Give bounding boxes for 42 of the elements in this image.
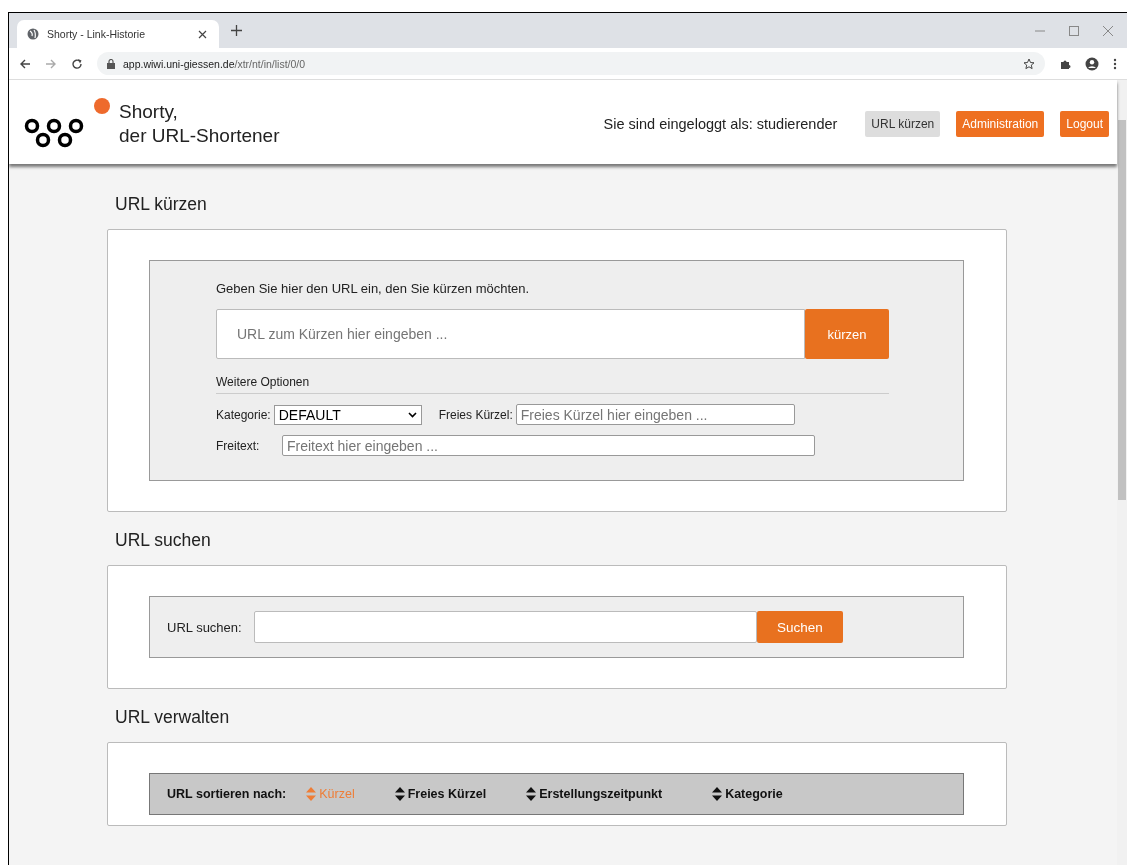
field-label: Freies Kürzel: [438, 407, 513, 422]
login-status: Sie sind eingeloggt als: studierender [603, 116, 838, 132]
category-select[interactable]: DEFAULT [273, 404, 422, 425]
field-label: URL suchen: [167, 619, 242, 635]
alias-input[interactable]: Freies Kürzel hier eingeben ... [515, 404, 795, 425]
sort-link[interactable]: Erstellungszeitpunkt [526, 787, 663, 801]
options-title: Weitere Optionen [216, 375, 311, 389]
back-icon[interactable] [19, 57, 31, 70]
sort-icon [712, 787, 723, 801]
maximize-icon[interactable] [1069, 26, 1079, 36]
site-title: Shorty, [119, 100, 179, 124]
search-field[interactable] [253, 611, 757, 643]
scrollbar[interactable] [1117, 80, 1127, 865]
sort-link[interactable]: Freies Kürzel [394, 787, 487, 801]
address-bar[interactable]: app.wiwi.uni-giessen.de/xtr/nt/in/list/0/0 [97, 52, 1045, 75]
field-label: Freitext: [216, 438, 261, 453]
more-icon[interactable] [1113, 57, 1117, 70]
new-tab-icon[interactable] [231, 25, 242, 36]
section-heading: URL suchen [115, 530, 212, 551]
field-label: Kategorie: [216, 407, 271, 422]
reload-icon[interactable] [71, 57, 83, 70]
sort-icon [306, 787, 317, 801]
tab-title: Shorty - Link-Historie [47, 28, 147, 40]
nav-button[interactable]: URL kürzen [865, 111, 941, 137]
star-icon[interactable] [1023, 57, 1035, 70]
sort-icon [526, 787, 537, 801]
section-heading: URL kürzen [115, 194, 208, 215]
caret-icon [407, 411, 417, 418]
sort-label: URL sortieren nach: [167, 787, 287, 801]
lock-icon [107, 58, 115, 69]
section-heading: URL verwalten [115, 707, 231, 728]
site-subtitle: der URL-Shortener [119, 124, 280, 148]
account-icon[interactable] [1085, 56, 1099, 71]
sort-link[interactable]: Kategorie [712, 787, 783, 801]
globe-icon [27, 28, 39, 40]
browser-tab[interactable]: Shorty - Link-Historie [17, 20, 219, 48]
url-text: app.wiwi.uni-giessen.de/xtr/nt/in/list/0/0 [123, 57, 306, 70]
freetext-input[interactable]: Freitext hier eingeben ... [282, 435, 815, 456]
url-input[interactable]: URL zum Kürzen hier eingeben ... [216, 309, 805, 359]
close-icon[interactable] [198, 29, 207, 39]
sort-icon [394, 787, 405, 801]
intro-text: Geben Sie hier den URL ein, den Sie kürzen möchten. [216, 281, 531, 296]
